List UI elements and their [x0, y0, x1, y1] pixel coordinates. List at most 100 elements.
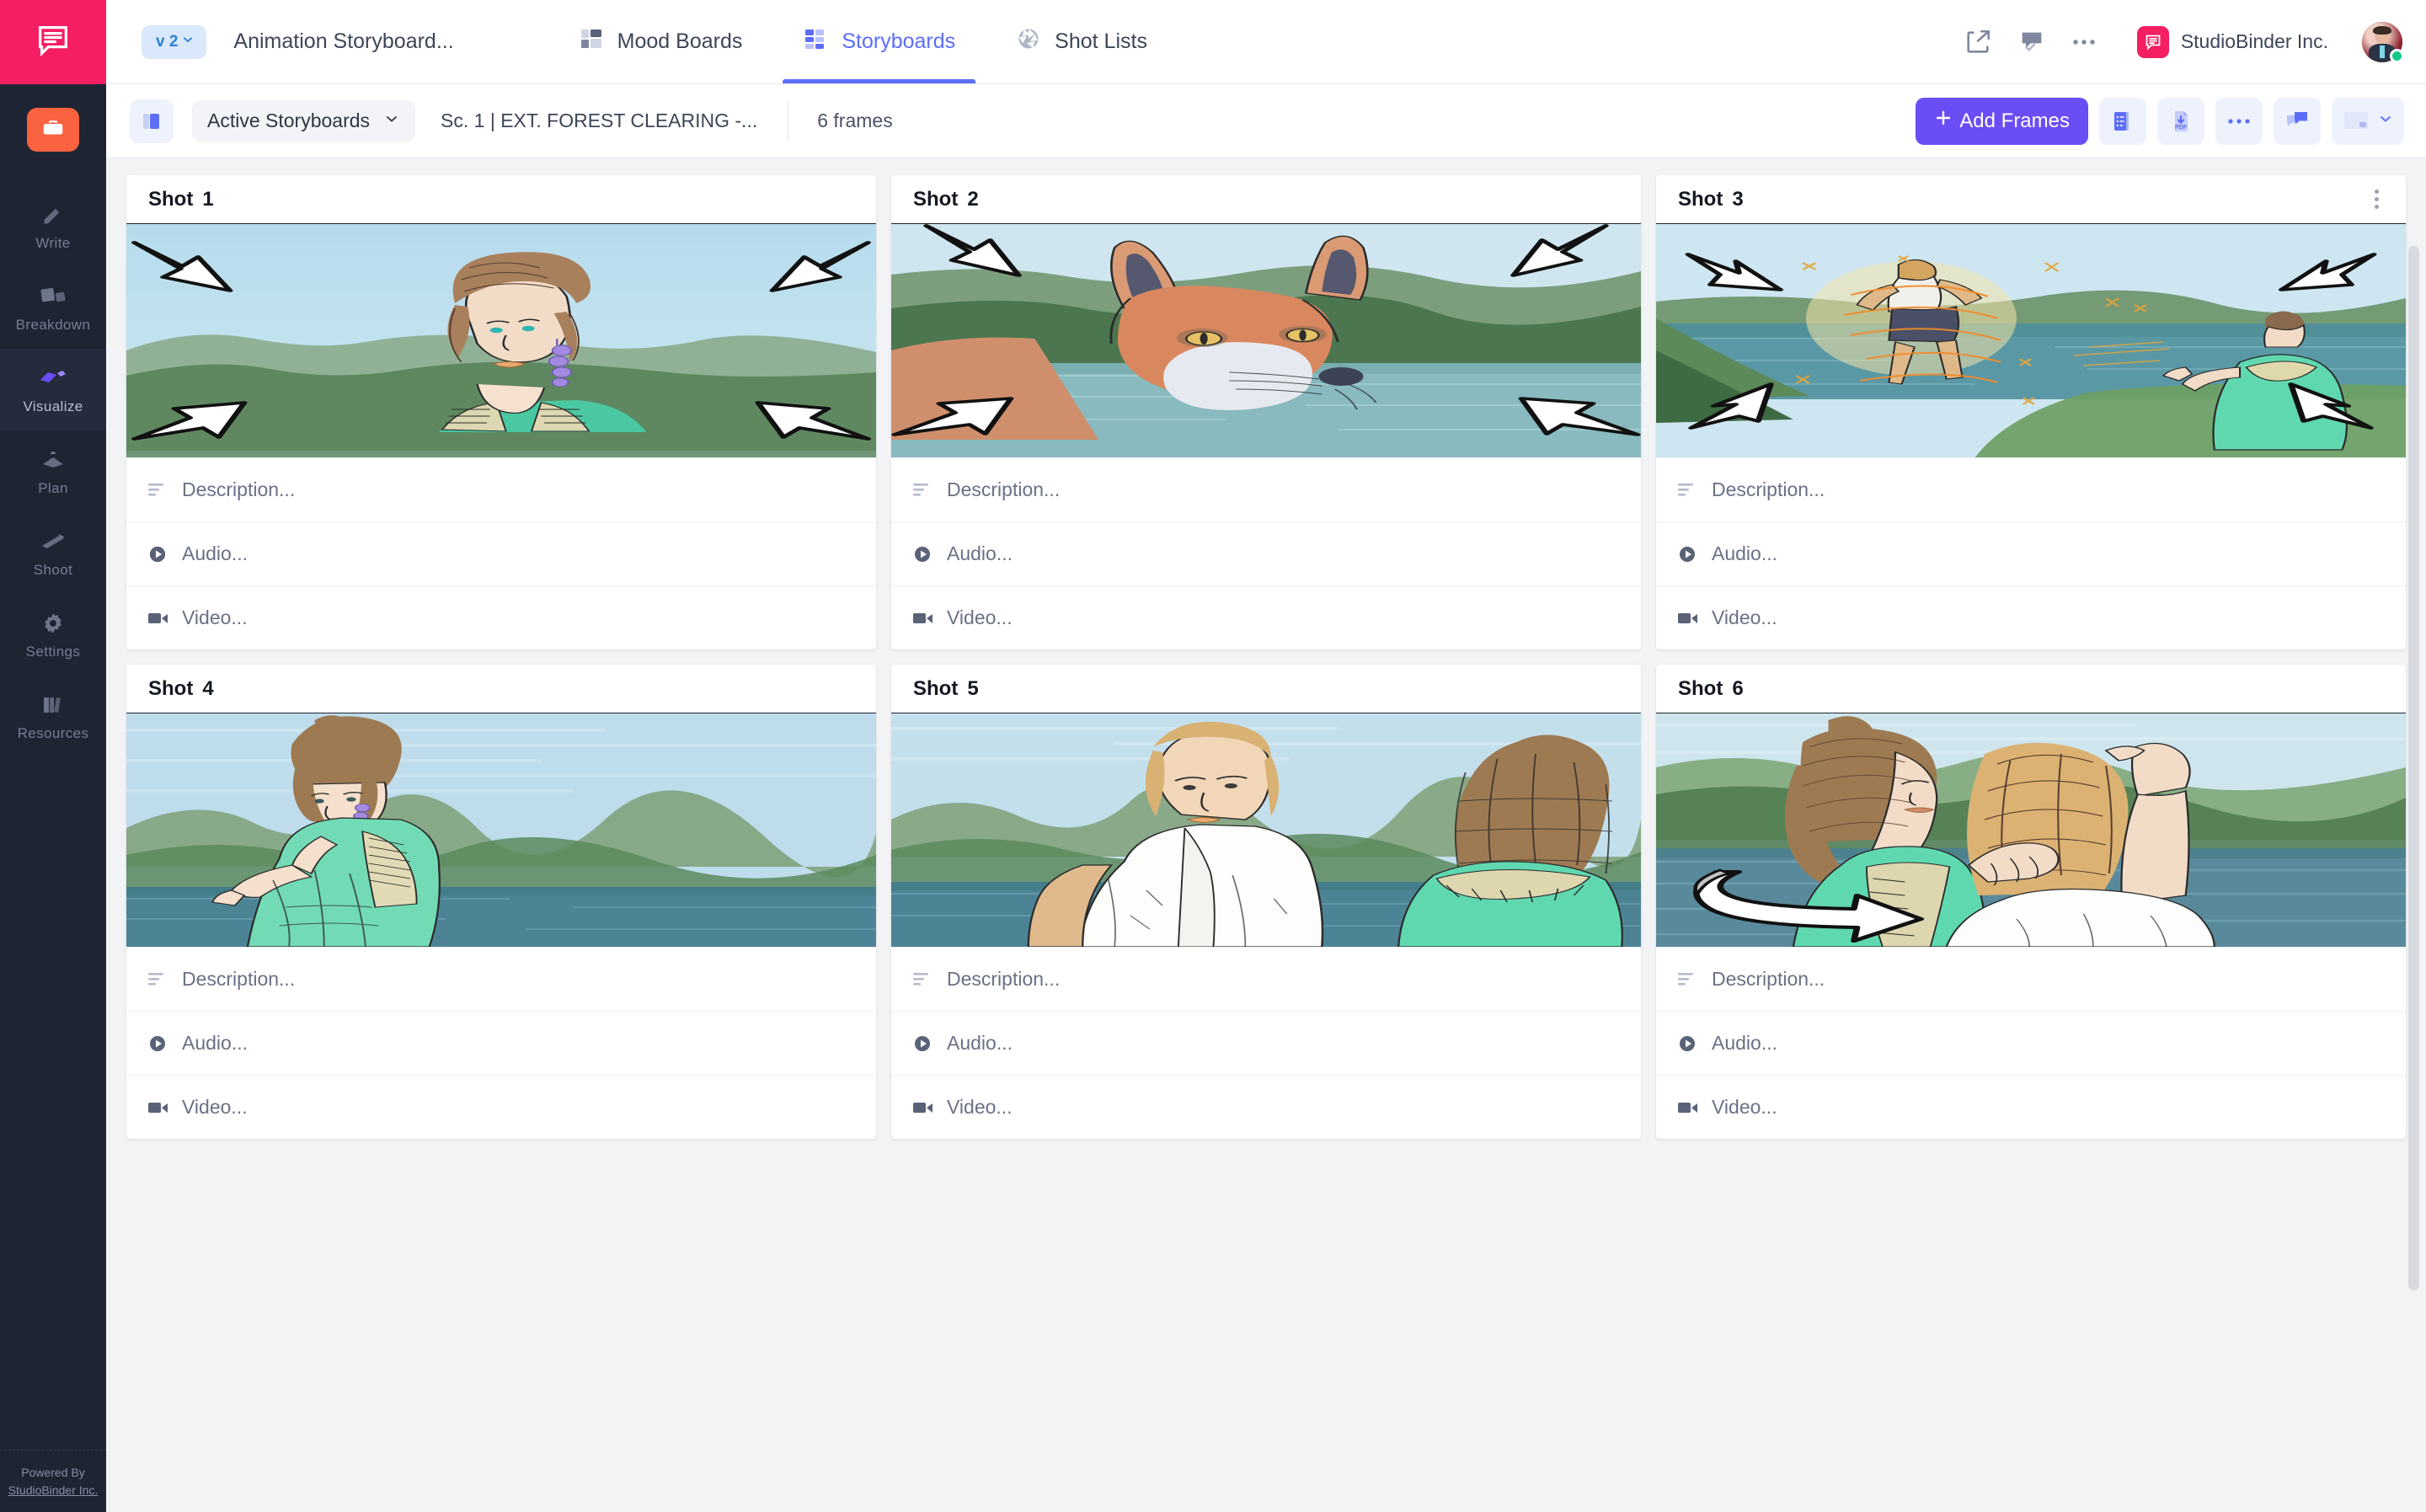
sidebar-item-breakdown[interactable]: Breakdown [0, 267, 106, 349]
frame-title: Shot 2 [913, 188, 979, 211]
board-filter-dropdown[interactable]: Active Storyboards [192, 100, 416, 142]
frame-image[interactable] [891, 713, 1641, 947]
frame-title-label: Shot [1678, 676, 1723, 700]
sidebar-nav-list: Write Breakdown Visualize Plan Shoot Set… [0, 185, 106, 757]
video-placeholder: Video... [947, 1096, 1013, 1118]
frame-image[interactable] [1656, 713, 2406, 947]
project-switcher-button[interactable] [27, 108, 79, 152]
comment-approve-icon[interactable] [2017, 28, 2046, 56]
organization-switcher[interactable]: StudioBinder Inc. [2136, 25, 2328, 58]
sidebar-item-write[interactable]: Write [0, 185, 106, 267]
frame-title: Shot 3 [1678, 188, 1744, 211]
studiobinder-logo-icon [2136, 25, 2169, 58]
sidebar-item-settings[interactable]: Settings [0, 594, 106, 676]
text-lines-icon [1678, 483, 1707, 498]
video-row[interactable]: Video... [126, 585, 876, 649]
document-title: Animation Storyboard... [233, 29, 454, 53]
audio-placeholder: Audio... [182, 542, 248, 564]
frame-card[interactable]: Shot 3 Description... Audio... Video... [1656, 175, 2406, 649]
description-row[interactable]: Description... [891, 457, 1641, 521]
frame-card-header: Shot 6 [1656, 665, 2406, 713]
description-row[interactable]: Description... [1656, 457, 2406, 521]
scene-name[interactable]: Sc. 1 | EXT. FOREST CLEARING -... [441, 110, 757, 132]
frame-title: Shot 5 [913, 677, 979, 701]
frame-card[interactable]: Shot 5 Description... Audio... Video... [891, 665, 1641, 1139]
avatar[interactable] [2362, 21, 2404, 63]
frame-size-icon[interactable] [2332, 97, 2404, 145]
frame-card[interactable]: Shot 6 Description... Audio... Video... [1656, 665, 2406, 1139]
audio-row[interactable]: Audio... [1656, 521, 2406, 585]
version-selector[interactable]: v 2 [142, 24, 207, 59]
video-placeholder: Video... [182, 1096, 248, 1118]
description-row[interactable]: Description... [126, 947, 876, 1011]
tab-label: Storyboards [842, 29, 956, 53]
frame-title-label: Shot [1678, 187, 1723, 211]
app-logo[interactable] [0, 0, 106, 84]
frame-card[interactable]: Shot 4 Description... Audio... Video... [126, 665, 876, 1139]
video-row[interactable]: Video... [1656, 585, 2406, 649]
sidebar-item-plan[interactable]: Plan [0, 430, 106, 512]
frame-number: 2 [967, 187, 979, 211]
sidebar-item-resources[interactable]: Resources [0, 676, 106, 757]
powered-by-label: Powered By [21, 1466, 85, 1480]
frame-card-header: Shot 1 [126, 175, 876, 224]
app-root: Write Breakdown Visualize Plan Shoot Set… [0, 0, 2426, 1512]
video-row[interactable]: Video... [126, 1075, 876, 1139]
grid-pages-icon [40, 284, 66, 309]
audio-row[interactable]: Audio... [126, 521, 876, 585]
audio-row[interactable]: Audio... [126, 1011, 876, 1075]
audio-row[interactable]: Audio... [891, 1011, 1641, 1075]
storyboard-grid-icon [803, 26, 828, 57]
top-bar: v 2 Animation Storyboard... Mood Boards [106, 0, 2426, 84]
description-row[interactable]: Description... [891, 947, 1641, 1011]
video-camera-icon [1678, 611, 1707, 626]
video-row[interactable]: Video... [891, 1075, 1641, 1139]
tab-storyboards[interactable]: Storyboards [772, 0, 986, 83]
frame-image[interactable] [891, 224, 1641, 457]
add-frames-button[interactable]: Add Frames [1916, 97, 2088, 145]
frame-image[interactable] [1656, 224, 2406, 457]
main-region: v 2 Animation Storyboard... Mood Boards [106, 0, 2426, 1512]
share-icon[interactable] [1964, 28, 1992, 56]
frame-image[interactable] [126, 713, 876, 947]
mood-board-icon [579, 26, 604, 57]
video-row[interactable]: Video... [891, 585, 1641, 649]
audio-row[interactable]: Audio... [891, 521, 1641, 585]
sidebar-footer: Powered By StudioBinder Inc. [0, 1450, 106, 1499]
video-row[interactable]: Video... [1656, 1075, 2406, 1139]
description-placeholder: Description... [947, 968, 1061, 990]
frame-image[interactable] [126, 224, 876, 457]
aperture-icon [1016, 26, 1041, 57]
video-placeholder: Video... [182, 606, 248, 628]
vertical-scrollbar[interactable] [2408, 246, 2419, 1290]
powered-by-company[interactable]: StudioBinder Inc. [8, 1483, 99, 1497]
section-tabs: Mood Boards Storyboards Shot Lists [548, 0, 1178, 83]
more-vertical-icon[interactable] [2370, 184, 2384, 214]
frame-card[interactable]: Shot 1 Description... Audio... Video... [126, 175, 876, 649]
description-row[interactable]: Description... [1656, 947, 2406, 1011]
more-horizontal-icon[interactable] [2215, 97, 2263, 145]
sidebar-item-visualize[interactable]: Visualize [0, 349, 106, 430]
shot-list-icon[interactable] [2099, 97, 2146, 145]
description-row[interactable]: Description... [126, 457, 876, 521]
comments-icon[interactable] [2274, 97, 2321, 145]
frame-title-label: Shot [913, 187, 959, 211]
top-bar-actions: StudioBinder Inc. [1964, 0, 2404, 83]
play-circle-icon [1678, 545, 1707, 564]
pencil-icon [41, 202, 65, 227]
frame-card[interactable]: Shot 2 Description... Audio... Video... [891, 175, 1641, 649]
chevron-down-icon [181, 33, 195, 51]
frame-number: 6 [1732, 676, 1744, 700]
side-panel-icon[interactable] [130, 99, 174, 143]
audio-row[interactable]: Audio... [1656, 1011, 2406, 1075]
tab-shot-lists[interactable]: Shot Lists [986, 0, 1178, 83]
tab-mood-boards[interactable]: Mood Boards [548, 0, 773, 83]
pdf-download-icon[interactable]: PDF [2157, 97, 2204, 145]
svg-text:PDF: PDF [2175, 125, 2188, 131]
more-horizontal-icon[interactable] [2071, 37, 2100, 47]
sidebar-item-shoot[interactable]: Shoot [0, 512, 106, 594]
frame-card-header: Shot 3 [1656, 175, 2406, 224]
tab-label: Mood Boards [617, 29, 743, 53]
text-lines-icon [148, 972, 177, 987]
